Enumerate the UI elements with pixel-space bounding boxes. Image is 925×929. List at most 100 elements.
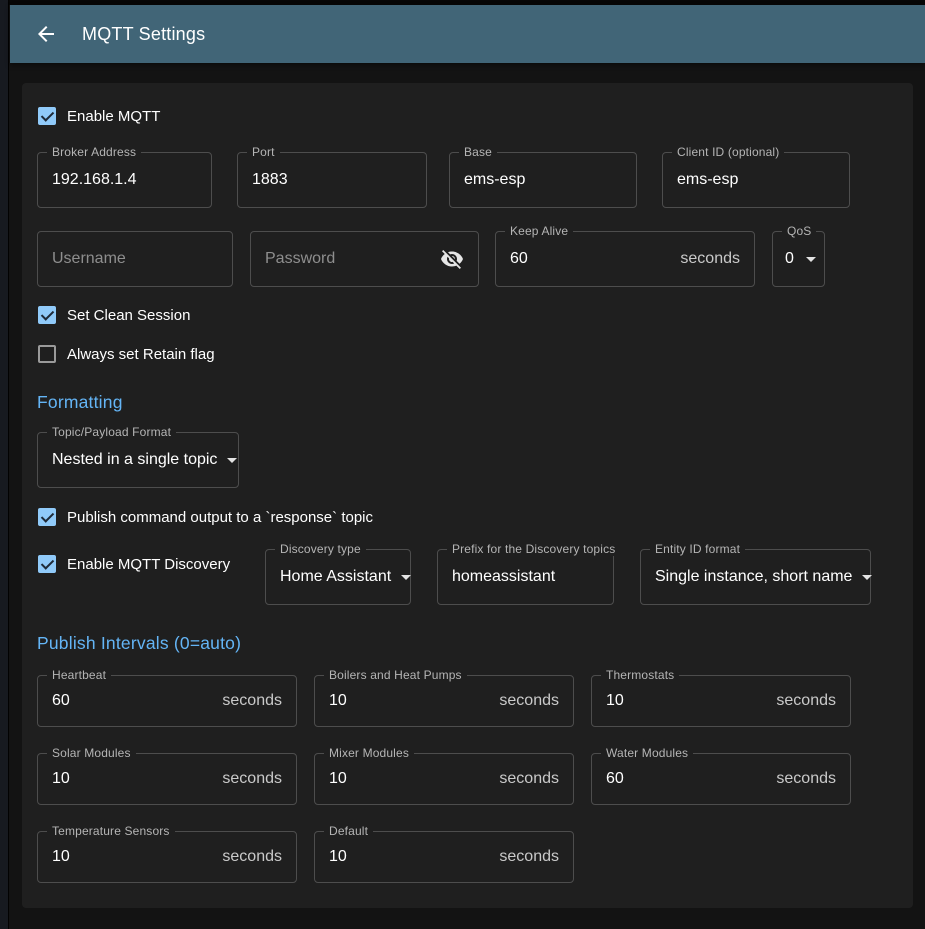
field-label: Water Modules [601,746,693,760]
field-label: Boilers and Heat Pumps [324,668,467,682]
interval-input[interactable] [329,692,491,710]
field-label: Entity ID format [650,542,745,556]
field-suffix: seconds [499,770,559,788]
client-id-field: Client ID (optional) [662,152,850,208]
checkbox-label: Always set Retain flag [67,346,215,363]
page-title: MQTT Settings [82,24,205,45]
interval-input[interactable] [52,770,214,788]
enable-discovery-checkbox[interactable]: Enable MQTT Discovery [37,555,265,573]
base-input[interactable] [464,171,622,189]
field-label: Discovery type [275,542,366,556]
base-field: Base [449,152,637,208]
discovery-prefix-input[interactable] [452,568,599,586]
field-label: Thermostats [601,668,679,682]
username-field [37,231,233,287]
publish-intervals-grid: Heartbeat seconds Boilers and Heat Pumps… [37,675,898,883]
broker-settings-row: Broker Address Port Base Client ID (opti… [37,152,898,208]
field-label: Broker Address [47,145,141,159]
discovery-type-select[interactable]: Discovery type Home Assistant [265,549,411,605]
field-suffix: seconds [680,250,740,268]
password-input[interactable] [265,250,440,268]
field-label: Temperature Sensors [47,824,175,838]
keep-alive-field: Keep Alive seconds [495,231,755,287]
interval-input[interactable] [329,848,491,866]
checkbox-icon [38,345,56,363]
app-bar: MQTT Settings [10,5,925,63]
broker-address-field: Broker Address [37,152,212,208]
checkbox-label: Enable MQTT Discovery [67,556,230,573]
settings-card: Enable MQTT Broker Address Port Base Cli… [22,83,913,908]
section-heading-formatting: Formatting [37,392,898,413]
select-value: Home Assistant [280,568,391,586]
field-suffix: seconds [776,770,836,788]
publish-response-checkbox[interactable]: Publish command output to a `response` t… [37,508,373,526]
field-label: Port [247,145,280,159]
field-label: Prefix for the Discovery topics [447,542,620,556]
interval-field: Thermostats seconds [591,675,851,727]
back-button[interactable] [26,14,66,54]
broker-address-input[interactable] [52,171,197,189]
field-label: Base [459,145,497,159]
interval-input[interactable] [606,692,768,710]
checkbox-label: Enable MQTT [67,108,160,125]
discovery-prefix-field: Prefix for the Discovery topics [437,549,614,605]
enable-mqtt-checkbox[interactable]: Enable MQTT [37,107,160,125]
clean-session-checkbox[interactable]: Set Clean Session [37,306,190,324]
password-visibility-button[interactable] [440,247,464,271]
entity-id-format-select[interactable]: Entity ID format Single instance, short … [640,549,871,605]
field-suffix: seconds [499,848,559,866]
interval-input[interactable] [52,848,214,866]
checkbox-icon [38,107,56,125]
field-label: Solar Modules [47,746,136,760]
field-label: Client ID (optional) [672,145,784,159]
discovery-row: Enable MQTT Discovery Discovery type Hom… [37,549,898,605]
field-label: QoS [782,224,816,238]
field-suffix: seconds [222,848,282,866]
interval-field: Temperature Sensors seconds [37,831,297,883]
field-suffix: seconds [499,692,559,710]
chevron-down-icon [227,458,237,463]
select-value: Nested in a single topic [52,451,217,469]
field-label: Heartbeat [47,668,111,682]
field-suffix: seconds [222,770,282,788]
field-suffix: seconds [222,692,282,710]
section-heading-publish-intervals: Publish Intervals (0=auto) [37,633,898,654]
checkbox-icon [38,306,56,324]
interval-field: Solar Modules seconds [37,753,297,805]
window-left-edge [0,0,9,929]
select-value: Single instance, short name [655,568,852,586]
checkbox-label: Set Clean Session [67,307,190,324]
retain-flag-checkbox[interactable]: Always set Retain flag [37,345,215,363]
chevron-down-icon [401,575,411,580]
username-input[interactable] [52,250,218,268]
topic-format-select[interactable]: Topic/Payload Format Nested in a single … [37,432,239,488]
field-suffix: seconds [776,692,836,710]
interval-input[interactable] [329,770,491,788]
arrow-left-icon [34,22,58,46]
chevron-down-icon [806,257,816,262]
chevron-down-icon [862,575,872,580]
port-input[interactable] [252,171,412,189]
client-id-input[interactable] [677,171,835,189]
field-label: Keep Alive [505,224,573,238]
port-field: Port [237,152,427,208]
keep-alive-input[interactable] [510,250,672,268]
field-label: Default [324,824,373,838]
interval-input[interactable] [52,692,214,710]
interval-field: Mixer Modules seconds [314,753,574,805]
qos-select[interactable]: QoS 0 [772,231,825,287]
checkbox-icon [38,508,56,526]
interval-field: Boilers and Heat Pumps seconds [314,675,574,727]
interval-field: Heartbeat seconds [37,675,297,727]
field-label: Topic/Payload Format [47,425,176,439]
interval-field: Water Modules seconds [591,753,851,805]
interval-field: Default seconds [314,831,574,883]
checkbox-label: Publish command output to a `response` t… [67,509,373,526]
field-label: Mixer Modules [324,746,414,760]
interval-input[interactable] [606,770,768,788]
password-field [250,231,479,287]
credentials-row: Keep Alive seconds QoS 0 [37,231,898,287]
select-value: 0 [785,250,800,268]
checkbox-icon [38,555,56,573]
visibility-off-icon [440,247,464,271]
